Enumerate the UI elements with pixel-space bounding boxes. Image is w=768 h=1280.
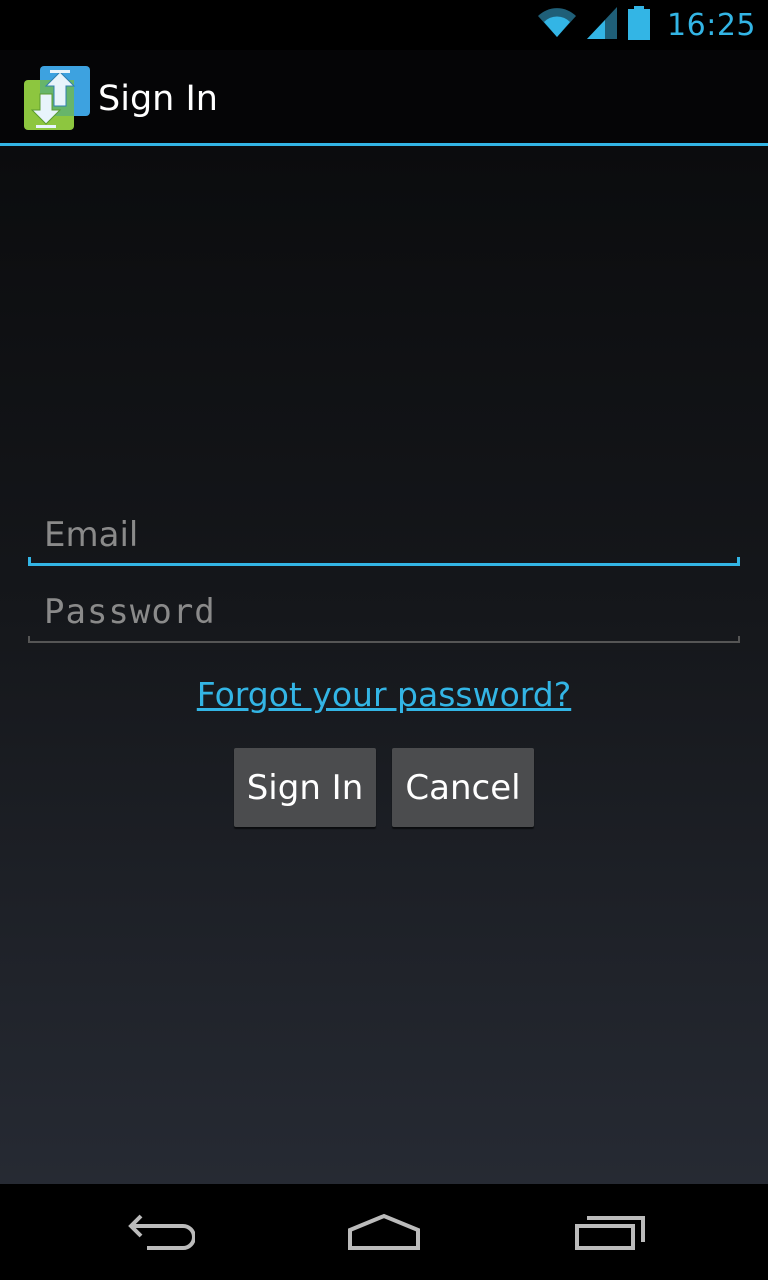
signal-icon: [587, 7, 618, 43]
page-title: Sign In: [98, 79, 218, 119]
email-field[interactable]: [28, 506, 740, 564]
sign-in-button[interactable]: Sign In: [234, 748, 376, 827]
clock: 16:25: [667, 7, 756, 43]
back-icon[interactable]: [115, 1204, 205, 1260]
sign-in-form: Forgot your password? Sign In Cancel: [0, 146, 768, 1184]
home-icon[interactable]: [339, 1204, 429, 1260]
status-icons: 16:25: [537, 0, 756, 50]
recent-apps-icon[interactable]: [565, 1204, 655, 1260]
status-bar: 16:25: [0, 0, 768, 50]
password-field[interactable]: [28, 583, 740, 641]
password-field-container: [28, 583, 740, 643]
password-underline: [28, 636, 740, 643]
sync-arrows-icon[interactable]: [24, 66, 90, 130]
email-field-container: [28, 506, 740, 566]
cancel-button[interactable]: Cancel: [392, 748, 534, 827]
email-underline: [28, 557, 740, 566]
navigation-bar: [0, 1184, 768, 1280]
battery-icon: [627, 6, 651, 44]
wifi-icon: [537, 7, 577, 43]
forgot-password-link[interactable]: Forgot your password?: [0, 675, 768, 714]
